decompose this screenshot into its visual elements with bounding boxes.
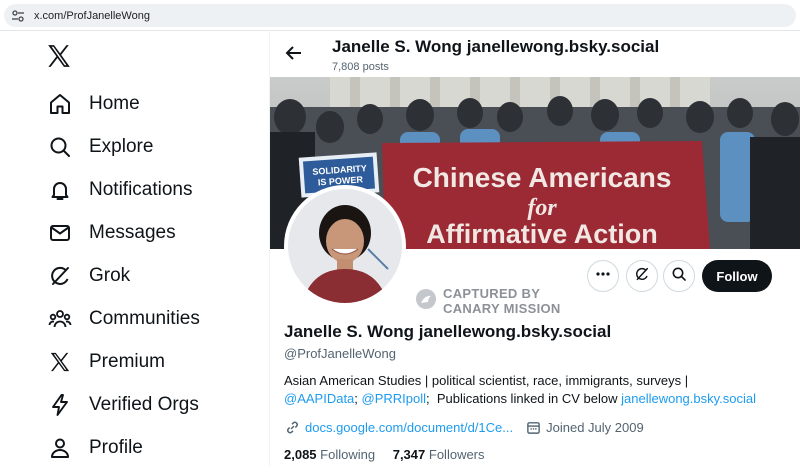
nav-messages-label: Messages [89, 222, 176, 243]
search-profile-button[interactable] [663, 260, 695, 292]
back-arrow-icon[interactable] [284, 43, 304, 63]
bell-icon [46, 176, 74, 204]
url-text: x.com/ProfJanelleWong [34, 9, 150, 22]
nav-communities-label: Communities [89, 308, 200, 329]
followers-label: Followers [428, 447, 485, 462]
profile-bio: Asian American Studies | political scien… [284, 372, 794, 408]
bio-link-bsky[interactable]: janellewong.bsky.social [621, 391, 756, 406]
follow-counts: 2,085 Following 7,347 Followers [284, 447, 485, 462]
profile-handle: @ProfJanelleWong [284, 346, 396, 361]
url-field[interactable]: x.com/ProfJanelleWong [4, 4, 796, 27]
nav-home[interactable]: Home [46, 89, 140, 119]
banner-sign-line1: Chinese Americans [413, 162, 672, 193]
watermark-line2: CANARY MISSION [443, 301, 561, 316]
x-logo-icon [46, 348, 74, 376]
nav-premium[interactable]: Premium [46, 347, 165, 377]
search-icon [671, 266, 687, 287]
site-settings-icon[interactable] [10, 8, 26, 24]
canary-logo-icon [415, 288, 437, 315]
bio-separator: ; [354, 391, 362, 406]
header-title: Janelle S. Wong janellewong.bsky.social [332, 37, 660, 56]
nav-communities[interactable]: Communities [46, 304, 200, 334]
nav-profile[interactable]: Profile [46, 433, 143, 463]
grok-icon [46, 262, 74, 290]
joined-date: Joined July 2009 [546, 419, 644, 435]
mail-icon [46, 219, 74, 247]
follow-button[interactable]: Follow [702, 260, 772, 292]
nav-notifications-label: Notifications [89, 179, 193, 200]
x-logo-icon[interactable] [46, 43, 76, 73]
website-link[interactable]: docs.google.com/document/d/1Ce... [305, 420, 513, 435]
profile-meta: docs.google.com/document/d/1Ce... Joined… [284, 419, 644, 435]
nav-verified-orgs[interactable]: Verified Orgs [46, 390, 199, 420]
followers-link[interactable]: 7,347 Followers [393, 447, 485, 462]
communities-icon [46, 305, 74, 333]
more-dots-icon [595, 266, 611, 287]
more-button[interactable] [587, 260, 619, 292]
nav-explore[interactable]: Explore [46, 132, 153, 162]
nav-grok[interactable]: Grok [46, 261, 130, 291]
banner-sign-line2: for [527, 195, 557, 221]
following-link[interactable]: 2,085 Following [284, 447, 375, 462]
following-label: Following [320, 447, 376, 462]
nav-notifications[interactable]: Notifications [46, 175, 193, 205]
nav-explore-label: Explore [89, 136, 154, 157]
watermark-line1: CAPTURED BY [443, 286, 541, 301]
nav-profile-label: Profile [89, 437, 143, 458]
banner-sign-line3: Affirmative Action [426, 219, 658, 249]
profile-column: Janelle S. Wong janellewong.bsky.social … [269, 31, 800, 466]
nav-home-label: Home [89, 93, 140, 114]
nav-verified-orgs-label: Verified Orgs [89, 394, 199, 415]
following-count: 2,085 [284, 447, 317, 462]
nav-premium-label: Premium [89, 351, 166, 372]
link-icon [284, 419, 300, 435]
avatar[interactable] [284, 185, 406, 307]
canary-mission-watermark: CAPTURED BY CANARY MISSION [415, 286, 561, 316]
grok-icon [634, 266, 650, 287]
grok-button[interactable] [626, 260, 658, 292]
person-icon [46, 434, 74, 462]
nav-grok-label: Grok [89, 265, 131, 286]
browser-address-bar: x.com/ProfJanelleWong [0, 0, 800, 31]
bio-text-1: Asian American Studies | political scien… [284, 373, 689, 388]
header-post-count: 7,808 posts [332, 61, 389, 73]
bio-text-2: ; Publications linked in CV below [426, 391, 622, 406]
avatar-photo [288, 189, 402, 303]
home-icon [46, 90, 74, 118]
followers-count: 7,347 [392, 447, 426, 462]
lightning-icon [46, 391, 74, 419]
bio-link-aapidata[interactable]: @AAPIData [284, 391, 354, 406]
search-icon [46, 133, 74, 161]
profile-name: Janelle S. Wong janellewong.bsky.social [284, 322, 612, 341]
bio-link-prripoll[interactable]: @PRRIpoll [362, 391, 427, 406]
left-nav: Home Explore Notifications Messages Grok… [0, 31, 268, 466]
calendar-icon [525, 419, 541, 435]
nav-messages[interactable]: Messages [46, 218, 176, 248]
profile-header: Janelle S. Wong janellewong.bsky.social … [270, 31, 800, 77]
